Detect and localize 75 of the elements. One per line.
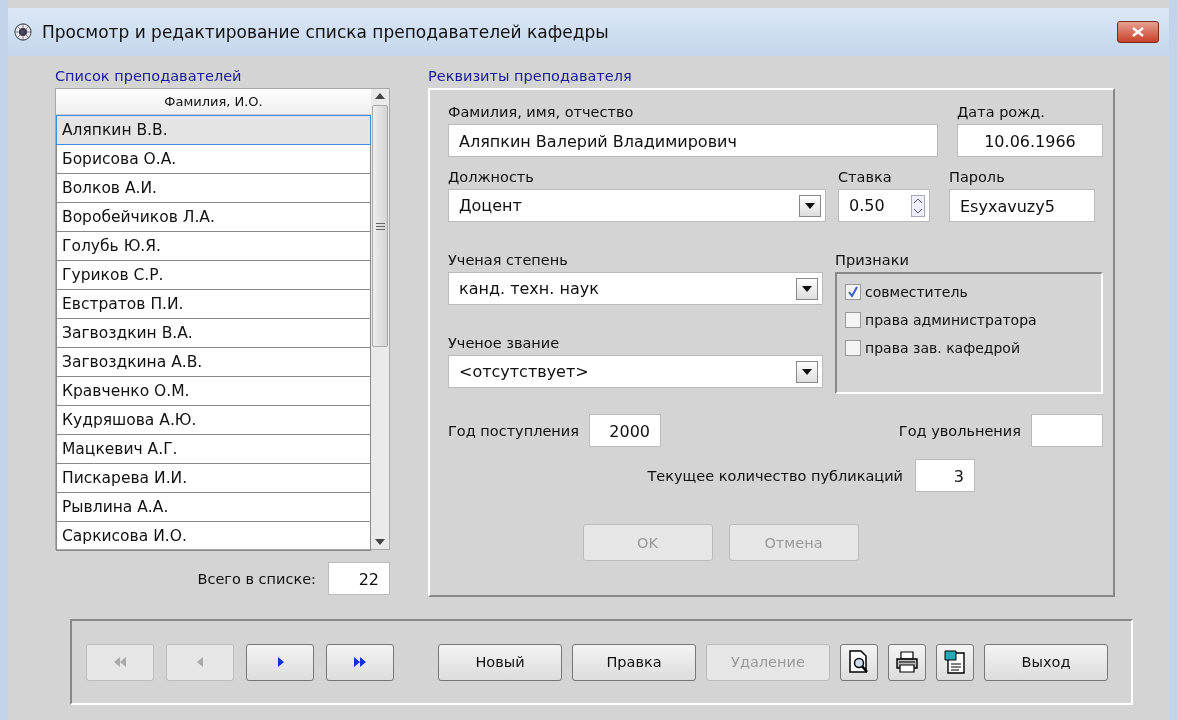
position-dropdown[interactable]: Доцент [448,189,826,222]
checkbox-label: совместитель [865,284,968,300]
list-row[interactable]: Пискарева И.И. [56,464,371,493]
scroll-down-icon [375,539,385,545]
total-label: Всего в списке: [197,570,316,587]
list-row[interactable]: Кравченко О.М. [56,377,371,406]
list-label: Список преподавателей [55,67,243,86]
total-field: 22 [328,562,390,595]
checkbox-label: права зав. кафедрой [865,340,1020,356]
checkbox[interactable] [845,284,862,300]
list-row[interactable]: Саркисова И.О. [56,522,371,551]
list-row[interactable]: Борисова О.А. [56,145,371,174]
field-label: Текущее количество публикаций [647,467,903,484]
list-row[interactable]: Мацкевич А.Г. [56,435,371,464]
grip-icon [375,222,385,230]
publications-field[interactable]: 3 [915,459,975,492]
toolbar-button[interactable]: Правка [572,643,696,681]
checkbox[interactable] [845,340,862,356]
field-label: Дата рожд. [957,104,1046,120]
list-row[interactable]: Аляпкин В.В. [56,115,371,145]
list-row[interactable]: Евстратов П.И. [56,290,371,319]
checkbox[interactable] [845,312,862,328]
double-right-arrow-icon [353,657,367,667]
list-row[interactable]: Кудряшова А.Ю. [56,406,371,435]
list-row[interactable]: Гуриков С.Р. [56,261,371,290]
field-label: Ученая степень [448,252,569,268]
emblem-icon [14,23,32,41]
field-label: Год поступления [448,422,579,439]
details-label: Реквизиты преподавателя [428,67,633,86]
list-row[interactable]: Загвоздкин В.А. [56,319,371,348]
window-title: Просмотр и редактирование списка преподавателей кафедры [42,22,610,42]
close-button[interactable] [1117,21,1159,43]
printer-icon [895,651,919,673]
list-row[interactable]: Воробейчиков Л.А. [56,203,371,232]
field-label: Фамилия, имя, отчество [448,104,635,120]
print-button[interactable] [888,643,926,681]
password-field[interactable]: Esyxavuzy5 [949,189,1095,222]
field-label: Пароль [949,169,1006,185]
next-button[interactable] [246,643,314,681]
dropdown-arrow-icon [802,368,813,375]
last-button[interactable] [326,643,394,681]
left-arrow-icon [196,657,204,667]
export-button[interactable] [936,643,974,681]
close-icon [1132,27,1144,37]
group-label: Признаки [835,252,910,268]
toolbar-button[interactable]: Выход [984,643,1108,681]
hire-year-field[interactable]: 2000 [589,414,661,447]
check-icon [847,286,860,298]
page-magnifier-icon [848,650,870,674]
checkbox-label: права администратора [865,312,1037,328]
toolbar-button[interactable]: Новый [438,643,562,681]
date-field[interactable]: 10.06.1966 [957,124,1103,157]
list-row[interactable]: Загвоздкина А.В. [56,348,371,377]
field-label: Ученое звание [448,335,561,351]
scrollbar[interactable] [371,89,389,549]
preview-button[interactable] [840,643,878,681]
degree-dropdown[interactable]: канд. техн. наук [448,272,824,305]
name-field[interactable]: Аляпкин Валерий Владимирович [448,124,938,157]
scroll-up-icon [375,93,385,99]
scroll-thumb[interactable] [372,105,388,347]
right-arrow-icon [276,657,284,667]
dropdown-arrow-icon [802,285,813,292]
list-row[interactable]: Голубь Ю.Я. [56,232,371,261]
field-label: Ставка [838,169,893,185]
rate-spinner[interactable]: 0.50 [838,189,930,222]
double-left-arrow-icon [113,657,127,667]
spin-arrows-icon [911,194,925,217]
list-row[interactable]: Волков А.И. [56,174,371,203]
leave-year-field[interactable] [1031,414,1103,447]
field-label: Должность [448,169,535,185]
dropdown-arrow-icon [805,202,815,209]
field-label: Год увольнения [898,422,1021,439]
list-row[interactable]: Рывлина А.А. [56,493,371,522]
document-icon [944,650,966,674]
title-dropdown[interactable]: <отсутствует> [448,355,824,388]
